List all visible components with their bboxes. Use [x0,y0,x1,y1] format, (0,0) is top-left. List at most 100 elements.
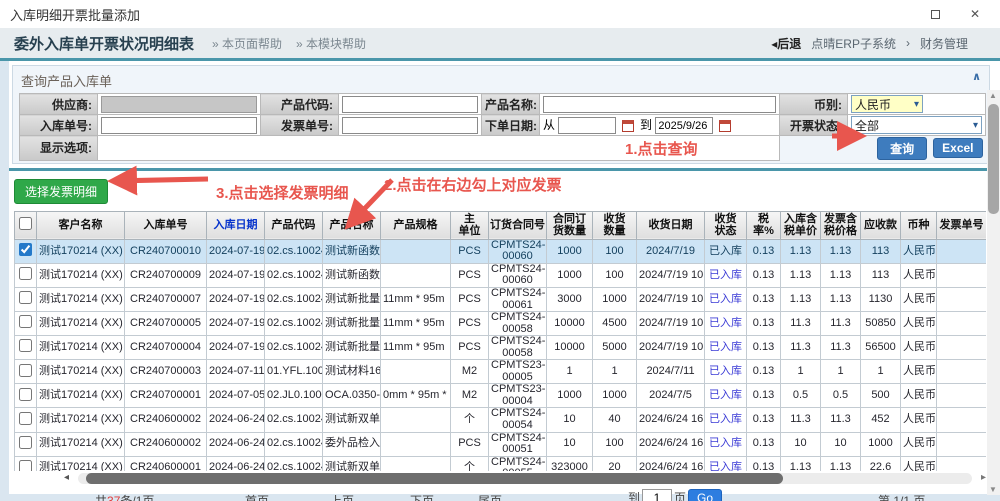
data-table-wrap: 客户名称入库单号入库日期产品代码产品名称产品规格主 单位订货合同号合同订 货数量… [14,211,986,471]
product-spec: 11mm * 95m [381,312,451,336]
received-status[interactable]: 已入库 [705,360,747,384]
breadcrumb-system[interactable]: 点晴ERP子系统 [811,35,896,52]
close-icon[interactable]: ✕ [968,7,982,21]
product-code: 01.YFL.10000 [265,360,323,384]
contract-no: CPMTS24-00058 [489,312,547,336]
scroll-right-icon[interactable]: ▸ [981,472,986,483]
row-checkbox[interactable] [19,460,32,471]
collapse-icon[interactable]: ∧ [972,70,979,83]
receivable: 22.6 [861,456,901,470]
row-checkbox[interactable] [19,291,32,304]
contract-no: CPMTS24-00051 [489,432,547,456]
customer-name: 测试170214 (XX) [37,312,125,336]
customer-name: 测试170214 (XX) [37,239,125,263]
currency-select[interactable]: 人民币▾ [851,95,923,113]
invoice-status-select[interactable]: 全部▾ [851,116,982,134]
select-invoice-detail-button[interactable]: 选择发票明细 [14,179,108,204]
col-header-inbound-date[interactable]: 入库日期 [207,211,265,239]
received-status[interactable]: 已入库 [705,263,747,287]
scroll-left-icon[interactable]: ◂ [64,472,69,483]
annotation-3: 3.点击选择发票明细 [216,182,349,203]
inbound-no: CR240700003 [125,360,207,384]
contract-qty: 10000 [547,336,593,360]
tax-rate: 0.13 [747,360,781,384]
last-page-link[interactable]: 尾页 [478,492,502,501]
date-to-input[interactable] [655,117,713,134]
excel-button[interactable]: Excel [933,138,982,158]
tax-rate: 0.13 [747,408,781,432]
received-status[interactable]: 已入库 [705,287,747,311]
received-status[interactable]: 已入库 [705,239,747,263]
received-date: 2024/7/19 10 [637,312,705,336]
product-code: 02.cs.100244 [265,408,323,432]
divider-rule-mid [0,168,1000,171]
scroll-up-icon[interactable]: ▲ [989,91,997,100]
inbound-tax-price: 0.5 [781,384,821,408]
page-help-link[interactable]: » 本页面帮助 [212,35,282,52]
row-checkbox[interactable] [19,315,32,328]
vscroll-thumb[interactable] [988,104,999,214]
inbound-no-input[interactable] [101,117,257,134]
query-panel-title: 查询产品入库单 [19,69,983,93]
inbound-tax-price: 11.3 [781,336,821,360]
page-number-input[interactable] [642,489,672,501]
contract-qty: 10000 [547,312,593,336]
inbound-date: 2024-06-24 [207,408,265,432]
date-from-input[interactable] [558,117,616,134]
row-checkbox[interactable] [19,412,32,425]
received-qty: 100 [593,239,637,263]
customer-name: 测试170214 (XX) [37,432,125,456]
module-help-link[interactable]: » 本模块帮助 [296,35,366,52]
tax-rate: 0.13 [747,384,781,408]
next-page-link[interactable]: 下页 [410,492,434,501]
row-checkbox[interactable] [19,388,32,401]
received-status[interactable]: 已入库 [705,336,747,360]
prev-page-link[interactable]: 上页 [330,492,354,501]
order-date-label: 下单日期: [482,115,540,136]
inbound-no: CR240600002 [125,408,207,432]
main-unit: PCS [451,239,489,263]
calendar-icon[interactable] [719,120,731,132]
customer-name: 测试170214 (XX) [37,456,125,470]
tax-rate: 0.13 [747,239,781,263]
row-checkbox[interactable] [19,364,32,377]
currency: 人民币 [901,287,937,311]
received-status[interactable]: 已入库 [705,408,747,432]
row-checkbox[interactable] [19,267,32,280]
goto-page-group: 到 页 Go [628,489,722,501]
hscroll-thumb[interactable] [86,473,783,484]
invoice-no-input[interactable] [342,117,478,134]
go-button[interactable]: Go [688,489,722,501]
product-code-input[interactable] [342,96,478,113]
maximize-icon[interactable] [928,7,942,21]
invoice-no [937,432,987,456]
annotation-2: 2.点击在右边勾上对应发票 [384,174,562,195]
main-unit: 个 [451,456,489,470]
row-checkbox[interactable] [19,243,32,256]
first-page-link[interactable]: 首页 [245,492,269,501]
product-name-input[interactable] [543,96,776,113]
select-all-checkbox[interactable] [19,217,32,230]
goto-prefix: 到 [628,489,640,501]
scroll-down-icon[interactable]: ▼ [989,485,997,494]
breadcrumb-module[interactable]: 财务管理 [920,35,968,52]
back-button[interactable]: ◂后退 [771,35,801,52]
receivable: 500 [861,384,901,408]
supplier-input[interactable] [101,96,257,113]
inbound-date: 2024-07-19 [207,336,265,360]
received-status[interactable]: 已入库 [705,312,747,336]
received-status[interactable]: 已入库 [705,456,747,470]
received-status[interactable]: 已入库 [705,432,747,456]
receivable: 113 [861,263,901,287]
search-button[interactable]: 查询 [877,137,927,160]
divider-rule-top [0,58,1000,61]
row-checkbox[interactable] [19,436,32,449]
received-status[interactable]: 已入库 [705,384,747,408]
contract-qty: 323000 [547,456,593,470]
contract-qty: 10 [547,408,593,432]
row-checkbox-cell [15,432,37,456]
hscroll-track[interactable] [78,473,972,484]
calendar-icon[interactable] [622,120,634,132]
row-checkbox[interactable] [19,339,32,352]
main-unit: PCS [451,432,489,456]
